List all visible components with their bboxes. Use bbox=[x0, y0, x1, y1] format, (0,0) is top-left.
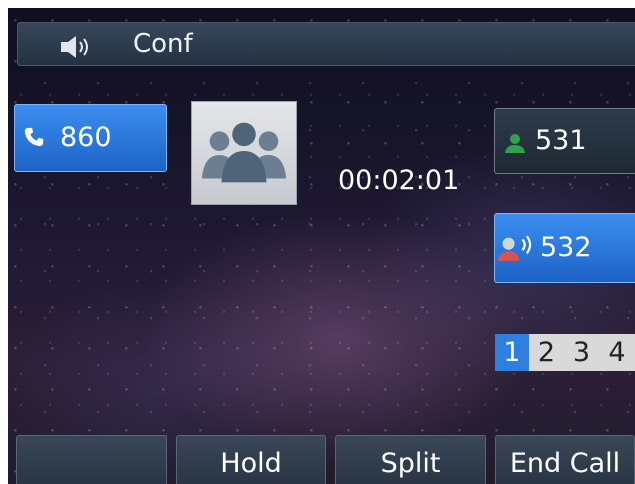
softkey-hold[interactable]: Hold bbox=[176, 435, 326, 484]
page-2[interactable]: 2 bbox=[529, 334, 564, 371]
speaker-icon bbox=[61, 36, 88, 58]
contact-speaking-red-icon bbox=[497, 235, 532, 261]
line-key-label: 860 bbox=[60, 122, 112, 153]
line-key-532[interactable]: 532 bbox=[494, 213, 635, 283]
softkey-split[interactable]: Split bbox=[335, 435, 486, 484]
page-4[interactable]: 4 bbox=[599, 334, 635, 371]
page-indicator: 1 2 3 4 bbox=[495, 334, 635, 371]
line-key-label: 531 bbox=[535, 125, 587, 156]
call-timer: 00:02:01 bbox=[338, 165, 460, 196]
softkey-end-call[interactable]: End Call bbox=[495, 435, 635, 484]
softkey-1[interactable] bbox=[16, 435, 167, 484]
contact-green-icon bbox=[505, 134, 525, 153]
page-3[interactable]: 3 bbox=[564, 334, 599, 371]
title-bar: Conf bbox=[17, 22, 635, 66]
phone-screen: Conf 860 00:02:01 531 532 1 2 3 4 Hold S… bbox=[8, 8, 635, 484]
page-1[interactable]: 1 bbox=[495, 334, 529, 371]
line-key-860[interactable]: 860 bbox=[14, 104, 167, 172]
line-key-label: 532 bbox=[540, 232, 592, 263]
line-key-531[interactable]: 531 bbox=[494, 108, 635, 174]
conference-group-icon bbox=[201, 122, 287, 183]
page-title: Conf bbox=[133, 29, 193, 59]
conference-avatar bbox=[191, 101, 297, 205]
phone-handset-icon bbox=[24, 127, 44, 147]
